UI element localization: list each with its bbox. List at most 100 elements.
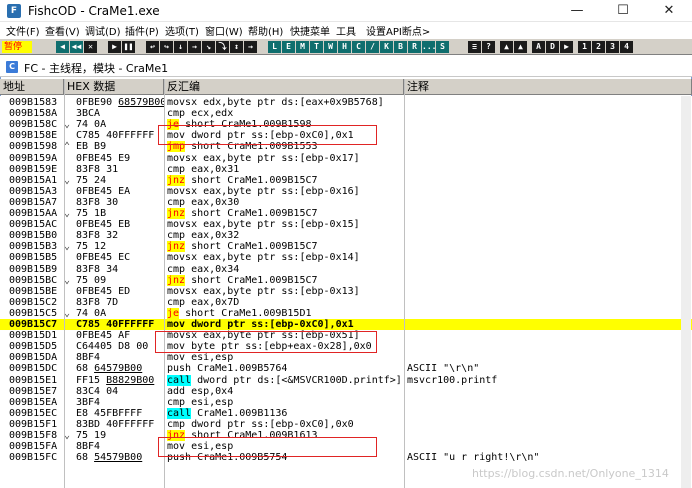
toolbar-button-step-into[interactable]: ↩ — [146, 41, 159, 53]
table-row[interactable]: 009B1583 0FBE90 68579B00 movsx edx,byte pt… — [0, 97, 692, 108]
toolbar-button-exec-till-user[interactable]: ⤵ — [216, 41, 229, 53]
table-row[interactable]: 009B15A7 83F8 30 cmp eax,0x30 — [0, 197, 692, 208]
toolbar-button-d[interactable]: D — [546, 41, 559, 53]
row-hex-address-link[interactable]: B8829B00 — [106, 375, 154, 386]
row-hex: 0FBE45 EC — [76, 252, 131, 264]
row-hex-address-link[interactable]: 68579B00 — [118, 97, 164, 108]
toolbar-button-call-stack[interactable]: K — [380, 41, 393, 53]
maximize-button[interactable]: ☐ — [600, 0, 646, 22]
table-row[interactable]: 009B15EA 3BF4 cmp esi,esp — [0, 397, 692, 408]
row-hex: 83F8 30 — [76, 196, 119, 208]
row-hex: 83F8 34 — [76, 263, 119, 275]
row-hex: 74 0A — [76, 307, 107, 319]
table-row[interactable]: 009B15AC 0FBE45 EB movsx eax,byte ptr ss:[… — [0, 219, 692, 230]
toolbar-button-trace-into[interactable]: ↓ — [174, 41, 187, 53]
menu-options[interactable]: 选项(T) — [165, 23, 199, 38]
table-row[interactable]: 009B15DA 8BF4 mov esi,esp — [0, 352, 692, 363]
toolbar-button-patches[interactable]: / — [366, 41, 379, 53]
table-row[interactable]: 009B15E1 FF15 B8829B00 call dword ptr ds:[… — [0, 374, 692, 386]
row-address: 009B15DC — [9, 363, 58, 375]
row-jump-arrow: ⌃ — [64, 141, 71, 153]
toolbar-button-up-2[interactable]: ▲ — [514, 41, 527, 53]
table-row[interactable]: 009B159E 83F8 31 cmp eax,0x31 — [0, 164, 692, 175]
menu-view[interactable]: 查看(V) — [45, 23, 80, 38]
toolbar-button-threads[interactable]: T — [310, 41, 323, 53]
menu-set-api-bp[interactable]: 设置API断点> — [366, 23, 430, 38]
toolbar-button-run-trace[interactable]: ... — [422, 41, 436, 53]
toolbar-button-4[interactable]: 4 — [620, 41, 633, 53]
column-header-address[interactable]: 地址 — [0, 79, 64, 95]
menu-window[interactable]: 窗口(W) — [205, 23, 243, 38]
row-disassembly-text: mov esi,esp — [167, 352, 234, 364]
close-button[interactable]: ✕ — [646, 0, 692, 22]
table-row[interactable]: 009B15BE 0FBE45 ED movsx eax,byte ptr ss:[… — [0, 286, 692, 297]
call-keyword: call — [167, 407, 192, 419]
toolbar-button-breakpoints[interactable]: B — [394, 41, 407, 53]
toolbar-button-references[interactable]: R — [408, 41, 421, 53]
toolbar-button-restart[interactable]: ◀ — [56, 41, 69, 53]
toolbar-button-help[interactable]: ? — [482, 41, 495, 53]
toolbar-button-log[interactable]: L — [268, 41, 281, 53]
toolbar-button-options-list[interactable]: ≡ — [468, 41, 481, 53]
table-row[interactable]: 009B15F1 83BD 40FFFFFF cmp dword ptr ss:[e… — [0, 419, 692, 430]
toolbar-button-goto[interactable]: ↕ — [230, 41, 243, 53]
menu-shortcut[interactable]: 快捷菜单 — [290, 23, 330, 38]
toolbar-button-3[interactable]: 3 — [606, 41, 619, 53]
toolbar-button-memory[interactable]: M — [296, 41, 309, 53]
minimize-button[interactable]: — — [554, 0, 600, 22]
toolbar-button-cpu[interactable]: C — [352, 41, 365, 53]
vertical-scrollbar[interactable] — [681, 96, 691, 488]
table-row[interactable]: 009B15E7 83C4 04 add esp,0x4 — [0, 386, 692, 397]
menu-plugins[interactable]: 插件(P) — [125, 23, 159, 38]
toolbar-button-close[interactable]: ✕ — [84, 41, 97, 53]
toolbar-button-step-over[interactable]: ↪ — [160, 41, 173, 53]
toolbar-button-play[interactable]: ▶ — [560, 41, 573, 53]
table-row[interactable]: 009B158A 3BCA cmp ecx,edx — [0, 108, 692, 119]
menu-help[interactable]: 帮助(H) — [248, 23, 283, 38]
table-row[interactable]: 009B15A1 ⌄ 75 24 jnz short CraMe1.009B15C7 — [0, 174, 692, 186]
table-row[interactable]: 009B15BC ⌄ 75 09 jnz short CraMe1.009B15C7 — [0, 274, 692, 286]
menu-debug[interactable]: 调试(D) — [85, 23, 121, 38]
table-row[interactable]: 009B15DC 68 64579B00 push CraMe1.009B5764 A… — [0, 363, 692, 374]
row-address: 009B15A7 — [9, 196, 58, 208]
row-disassembly: jnz short CraMe1.009B15C7 — [167, 241, 404, 253]
table-row[interactable]: 009B15B0 83F8 32 cmp eax,0x32 — [0, 230, 692, 241]
toolbar-button-2[interactable]: 2 — [592, 41, 605, 53]
column-header-hex[interactable]: HEX 数据 — [64, 79, 164, 95]
row-hex-address-link[interactable]: 54579B00 — [94, 452, 142, 463]
table-row[interactable]: 009B15C5 ⌄ 74 0A je short CraMe1.009B15D1 — [0, 307, 692, 319]
toolbar-button-up-1[interactable]: ▲ — [500, 41, 513, 53]
toolbar-button-executables[interactable]: E — [282, 41, 295, 53]
row-hex-prefix: 68 — [76, 363, 95, 375]
toolbar-button-source[interactable]: S — [436, 41, 449, 53]
toolbar-button-run[interactable]: ▶ — [108, 41, 121, 53]
annotation-box — [158, 125, 377, 145]
toolbar-button-handles[interactable]: H — [338, 41, 351, 53]
toolbar-button-windows[interactable]: W — [324, 41, 337, 53]
table-row[interactable]: 009B159A 0FBE45 E9 movsx eax,byte ptr ss:[… — [0, 153, 692, 164]
toolbar-button-exec-till-return[interactable]: ↘ — [202, 41, 215, 53]
table-row[interactable]: 009B15B5 0FBE45 EC movsx eax,byte ptr ss:[… — [0, 252, 692, 263]
disassembly-listing[interactable]: 009B1583 0FBE90 68579B00 movsx edx,byte pt… — [0, 96, 692, 488]
row-disassembly: movsx eax,byte ptr ss:[ebp-0x13] — [167, 286, 404, 297]
toolbar-button-a[interactable]: A — [532, 41, 545, 53]
row-hex-address-link[interactable]: 64579B00 — [94, 363, 142, 374]
toolbar-button-pause[interactable]: ❚❚ — [122, 41, 135, 53]
table-row[interactable]: 009B15A3 0FBE45 EA movsx eax,byte ptr ss:[… — [0, 186, 692, 197]
menu-file[interactable]: 文件(F) — [6, 23, 40, 38]
column-header-comment[interactable]: 注释 — [404, 79, 692, 95]
toolbar-button-back[interactable]: ◀◀ — [70, 41, 83, 53]
column-header-disasm[interactable]: 反汇编 — [164, 79, 404, 95]
toolbar-button-animate[interactable]: → — [244, 41, 257, 53]
toolbar: 暂停 ◀ ◀◀ ✕ ▶ ❚❚ ↩ ↪ ↓ → ↘ ⤵ ↕ → L E M T W… — [0, 38, 692, 55]
table-row[interactable]: 009B15B3 ⌄ 75 12 jnz short CraMe1.009B15C7 — [0, 241, 692, 253]
table-row[interactable]: 009B15B9 83F8 34 cmp eax,0x34 — [0, 264, 692, 275]
table-row[interactable]: 009B15AA ⌄ 75 1B jnz short CraMe1.009B15C7 — [0, 208, 692, 219]
table-row[interactable]: 009B15EC E8 45FBFFFF call CraMe1.009B1136 — [0, 407, 692, 419]
table-row-current[interactable]: 009B15C7 C785 40FFFFFF mov dword ptr ss:[e… — [0, 319, 692, 330]
row-jump-arrow: ⌄ — [64, 307, 71, 319]
menu-tools[interactable]: 工具 — [336, 23, 356, 38]
toolbar-button-1[interactable]: 1 — [578, 41, 591, 53]
table-row[interactable]: 009B15C2 83F8 7D cmp eax,0x7D — [0, 297, 692, 308]
toolbar-button-trace-over[interactable]: → — [188, 41, 201, 53]
